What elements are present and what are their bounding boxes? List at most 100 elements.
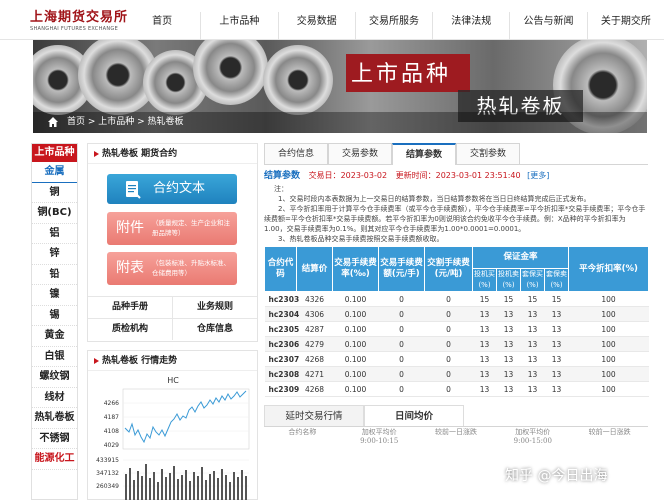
table-row[interactable]: hc2305 4287 0.100 0 0 13 13 13 13 100 [264,321,649,337]
volume-tick: 433915 [96,457,119,464]
contract-text-button[interactable]: 合约文本 [107,174,237,204]
table-cell: 0 [378,351,425,367]
sidebar-item-energy-chemicals[interactable]: 能源化工 [32,449,77,470]
table-cell: 13 [496,336,521,352]
sidebar-item-aluminum[interactable]: 铝 [32,224,77,244]
table-cell: 4268 [296,351,333,367]
nav-news[interactable]: 公告与新闻 [509,12,586,40]
table-cell: 13 [472,321,497,337]
inspection-agency-link[interactable]: 质检机构 [88,319,172,340]
table-cell: 0.100 [332,351,379,367]
trend-chart[interactable]: HC 4266 4187 4108 4029 433915 347132 260… [88,372,257,500]
contract-panel: 热轧卷板 期货合约 合约文本 附件 （质量规定、生产企业和注册品牌等） 附表 （… [87,143,258,342]
sidebar-item-rebar[interactable]: 螺纹钢 [32,367,77,388]
table-cell: 0.100 [332,291,379,307]
nav-about[interactable]: 关于期交所 [586,12,664,40]
sidebar-item-gold[interactable]: 黄金 [32,326,77,347]
table-cell: 13 [520,321,545,337]
table-cell: 15 [472,291,497,307]
table-cell: 100 [568,291,649,307]
table-cell: 0 [378,306,425,322]
price-line [124,390,247,444]
table-row[interactable]: hc2303 4326 0.100 0 0 15 15 15 15 100 [264,291,649,307]
table-cell: 13 [496,321,521,337]
tab-delayed-quotes[interactable]: 延时交易行情 [264,405,364,426]
header-contract-code: 合约代码 [264,246,297,292]
sidebar-item-copper[interactable]: 铜 [32,183,77,203]
nav-exchange-services[interactable]: 交易所服务 [354,12,432,40]
tab-trading-params[interactable]: 交易参数 [328,143,392,164]
business-rules-link[interactable]: 业务规则 [172,297,257,318]
table-cell: 13 [544,381,569,397]
quote-tabs: 延时交易行情 日间均价 [264,405,648,427]
table-row[interactable]: hc2307 4268 0.100 0 0 13 13 13 13 100 [264,351,649,367]
home-icon[interactable] [47,116,59,128]
price-tick: 4108 [104,428,119,435]
sidebar-item-wire-rod[interactable]: 线材 [32,388,77,408]
table-cell: 13 [472,336,497,352]
table-cell: 0 [424,366,473,382]
sidebar-item-metals[interactable]: 金属 [32,162,77,183]
settlement-notes: 注： 1、交易时段内本表数据为上一交易日的结算参数，当日结算参数将在当日日终结算… [264,184,648,244]
table-cell: hc2304 [264,306,299,322]
sidebar-item-zinc[interactable]: 锌 [32,244,77,265]
sidebar-item-lead[interactable]: 铅 [32,265,77,285]
table-cell: 0 [378,336,425,352]
nav-trading-data[interactable]: 交易数据 [277,12,355,40]
nav-listed-products[interactable]: 上市品种 [200,12,277,40]
table-cell: 13 [496,366,521,382]
table-cell: 0 [424,291,473,307]
settlement-table: 合约代码 结算价 交易手续费率(‰) 交易手续费额(元/手) 交割手续费(元/吨… [264,246,650,397]
tab-daily-average[interactable]: 日间均价 [364,405,464,426]
breadcrumb-text[interactable]: 首页 > 上市品种 > 热轧卷板 [67,117,184,127]
header-spec-buy: 投机买(%) [472,268,497,292]
table-cell: 13 [520,381,545,397]
table-cell: 0 [378,321,425,337]
table-row[interactable]: hc2304 4306 0.100 0 0 13 13 13 13 100 [264,306,649,322]
nav-home[interactable]: 首页 [124,12,200,40]
attached-table-button[interactable]: 附表 （包装标准、升贴水标准、仓储费用等） [107,252,237,285]
avg-col-wavg-day: 加权平均价 9:00-15:00 [513,428,552,445]
warehouse-info-link[interactable]: 仓库信息 [172,319,257,340]
site-logo[interactable]: 上海期货交易所 SHANGHAI FUTURES EXCHANGE [30,6,127,34]
appendix-button[interactable]: 附件 （质量规定、生产企业和注册品牌等） [107,212,237,245]
product-sidebar: 上市品种 金属 铜 铜(BC) 铝 锌 铅 镍 锡 黄金 白银 螺纹钢 线材 热… [31,143,78,500]
tab-contract-info[interactable]: 合约信息 [264,143,328,164]
settlement-title: 结算参数 [264,171,301,181]
table-cell: 4279 [296,336,333,352]
table-cell: 0 [424,321,473,337]
price-tick: 4187 [104,414,119,421]
header-margin-rate: 保证金率 [471,246,570,269]
table-cell: 0 [378,381,425,397]
tab-delivery-params[interactable]: 交割参数 [456,143,520,164]
sidebar-title: 上市品种 [32,144,77,162]
sidebar-item-silver[interactable]: 白银 [32,347,77,367]
table-cell: 13 [544,306,569,322]
header-close-today-discount: 平今折扣率(%) [568,246,650,292]
table-row[interactable]: hc2306 4279 0.100 0 0 13 13 13 13 100 [264,336,649,352]
trend-panel-title: 热轧卷板 行情走势 [88,351,257,371]
sidebar-item-nickel[interactable]: 镍 [32,285,77,306]
contract-panel-title: 热轧卷板 期货合约 [88,144,257,164]
sidebar-item-stainless-steel[interactable]: 不锈钢 [32,429,77,449]
sidebar-item-tin[interactable]: 锡 [32,306,77,326]
product-manual-link[interactable]: 品种手册 [88,297,172,318]
sidebar-item-copper-bc[interactable]: 铜(BC) [32,203,77,224]
tab-settlement-params[interactable]: 结算参数 [392,143,456,165]
table-row[interactable]: hc2308 4271 0.100 0 0 13 13 13 13 100 [264,366,649,382]
table-cell: 100 [568,351,649,367]
banner: 上市品种 热轧卷板 首页 > 上市品种 > 热轧卷板 [33,40,647,133]
table-row[interactable]: hc2309 4268 0.100 0 0 13 13 13 13 100 [264,381,649,397]
more-link[interactable]: [更多] [527,171,549,180]
table-cell: 0 [378,291,425,307]
header-settle-price: 结算价 [296,246,333,292]
table-cell: 13 [520,306,545,322]
price-tick: 4266 [104,400,119,407]
note-line: 2、平今折扣率用于计算平今仓手续费率（或平今仓手续费额），平今仓手续费率=平今折… [264,205,646,233]
note-line: 3、热轧卷板品种交易手续费按照交易手续费额收取。 [278,235,444,243]
sidebar-item-hot-rolled-coil[interactable]: 热轧卷板 [32,408,77,429]
nav-laws[interactable]: 法律法规 [432,12,509,40]
update-time-label: 更新时间： [395,171,436,180]
document-icon [126,181,141,199]
site-header: 上海期货交易所 SHANGHAI FUTURES EXCHANGE 首页 上市品… [0,0,664,40]
